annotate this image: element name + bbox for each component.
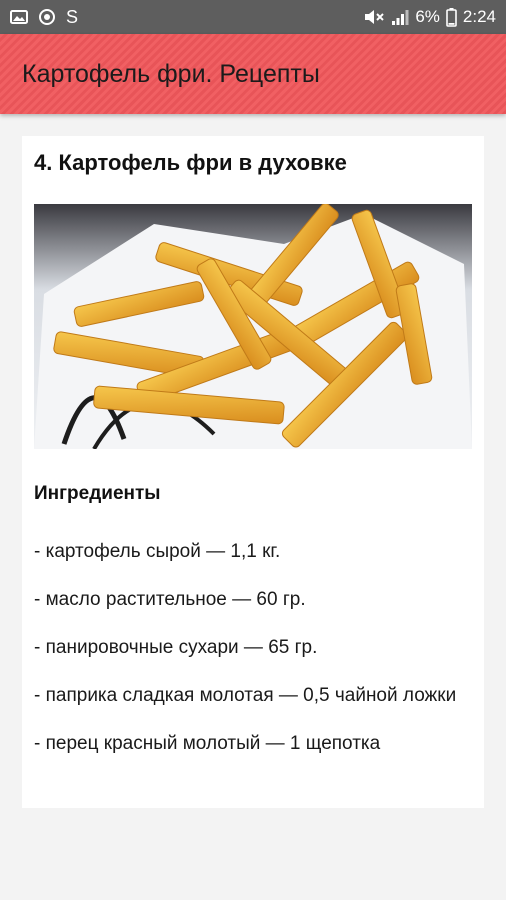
status-time: 2:24 [462, 7, 496, 26]
app-bar: Картофель фри. Рецепты [0, 34, 506, 114]
recipe-photo [34, 204, 472, 449]
status-left-icons: S [10, 7, 78, 28]
ingredient-item: - панировочные сухари — 65 гр. [34, 637, 318, 658]
status-bar: S 6% 2:24 [0, 0, 506, 34]
ingredient-item: - масло растительное — 60 гр. [34, 589, 306, 610]
french-fries-illustration [34, 204, 472, 449]
target-icon [38, 8, 56, 26]
status-right-icons: 6% 2:24 [363, 7, 496, 27]
image-icon [10, 9, 28, 25]
recipe-card[interactable]: 4. Картофель фри в духовке Ингредиенты -… [22, 136, 484, 808]
signal-icon [391, 8, 409, 26]
app-title: Картофель фри. Рецепты [22, 59, 320, 88]
ingredient-item: - картофель сырой — 1,1 кг. [34, 541, 281, 562]
ingredient-item: - паприка сладкая молотая — 0,5 чайной л… [34, 685, 457, 706]
ingredients-heading: Ингредиенты [34, 483, 161, 504]
ingredients-list: - картофель сырой — 1,1 кг. - масло раст… [34, 538, 474, 778]
mute-icon [363, 8, 385, 26]
s-icon: S [66, 6, 79, 27]
battery-percent: 6% [415, 7, 440, 26]
ingredient-item: - перец красный молотый — 1 щепотка [34, 733, 381, 754]
battery-icon [446, 7, 457, 27]
recipe-title: 4. Картофель фри в духовке [34, 150, 347, 175]
